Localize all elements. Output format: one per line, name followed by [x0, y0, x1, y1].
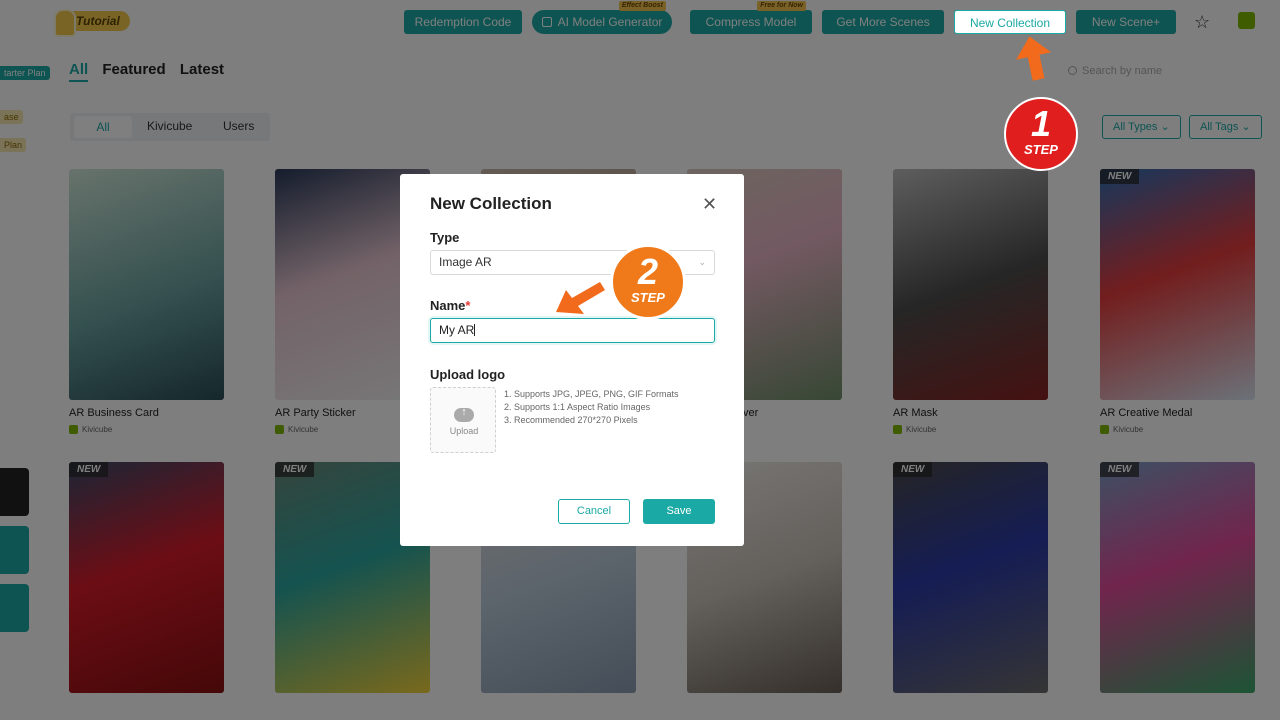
upload-hints: 1. Supports JPG, JPEG, PNG, GIF Formats …	[504, 388, 679, 427]
chevron-down-icon: ⌄	[698, 257, 706, 267]
upload-hint: 3. Recommended 270*270 Pixels	[504, 415, 638, 425]
arrow-left-icon	[556, 282, 605, 314]
upload-label: Upload	[449, 426, 479, 436]
name-label-text: Name	[430, 298, 466, 313]
step-word: STEP	[631, 290, 665, 305]
step-number: 2	[637, 251, 659, 292]
new-collection-dialog: New Collection ✕ Type Image AR ⌄ Name* M…	[400, 174, 744, 546]
cloud-upload-icon	[454, 406, 474, 422]
new-collection-highlight[interactable]: New Collection	[954, 10, 1066, 34]
arrow-up-icon	[1015, 36, 1052, 81]
cancel-button[interactable]: Cancel	[558, 499, 630, 524]
name-label: Name*	[430, 298, 470, 313]
text-cursor	[474, 324, 476, 336]
step-1-marker: 1 STEP	[1004, 97, 1078, 171]
step-word: STEP	[1024, 142, 1058, 157]
upload-hint: 1. Supports JPG, JPEG, PNG, GIF Formats	[504, 389, 679, 399]
required-mark: *	[465, 298, 471, 313]
type-label: Type	[430, 230, 460, 245]
step-2-marker: 2 STEP	[610, 244, 686, 320]
type-select-value: Image AR	[439, 255, 492, 269]
step-number: 1	[1030, 103, 1052, 144]
save-button[interactable]: Save	[643, 499, 715, 524]
name-input[interactable]: My AR	[430, 318, 715, 343]
name-input-value: My AR	[439, 323, 475, 337]
upload-logo-button[interactable]: Upload	[430, 387, 496, 453]
upload-hint: 2. Supports 1:1 Aspect Ratio Images	[504, 402, 651, 412]
upload-logo-label: Upload logo	[430, 367, 506, 382]
close-icon[interactable]: ✕	[702, 194, 717, 215]
dialog-title: New Collection	[430, 194, 552, 213]
